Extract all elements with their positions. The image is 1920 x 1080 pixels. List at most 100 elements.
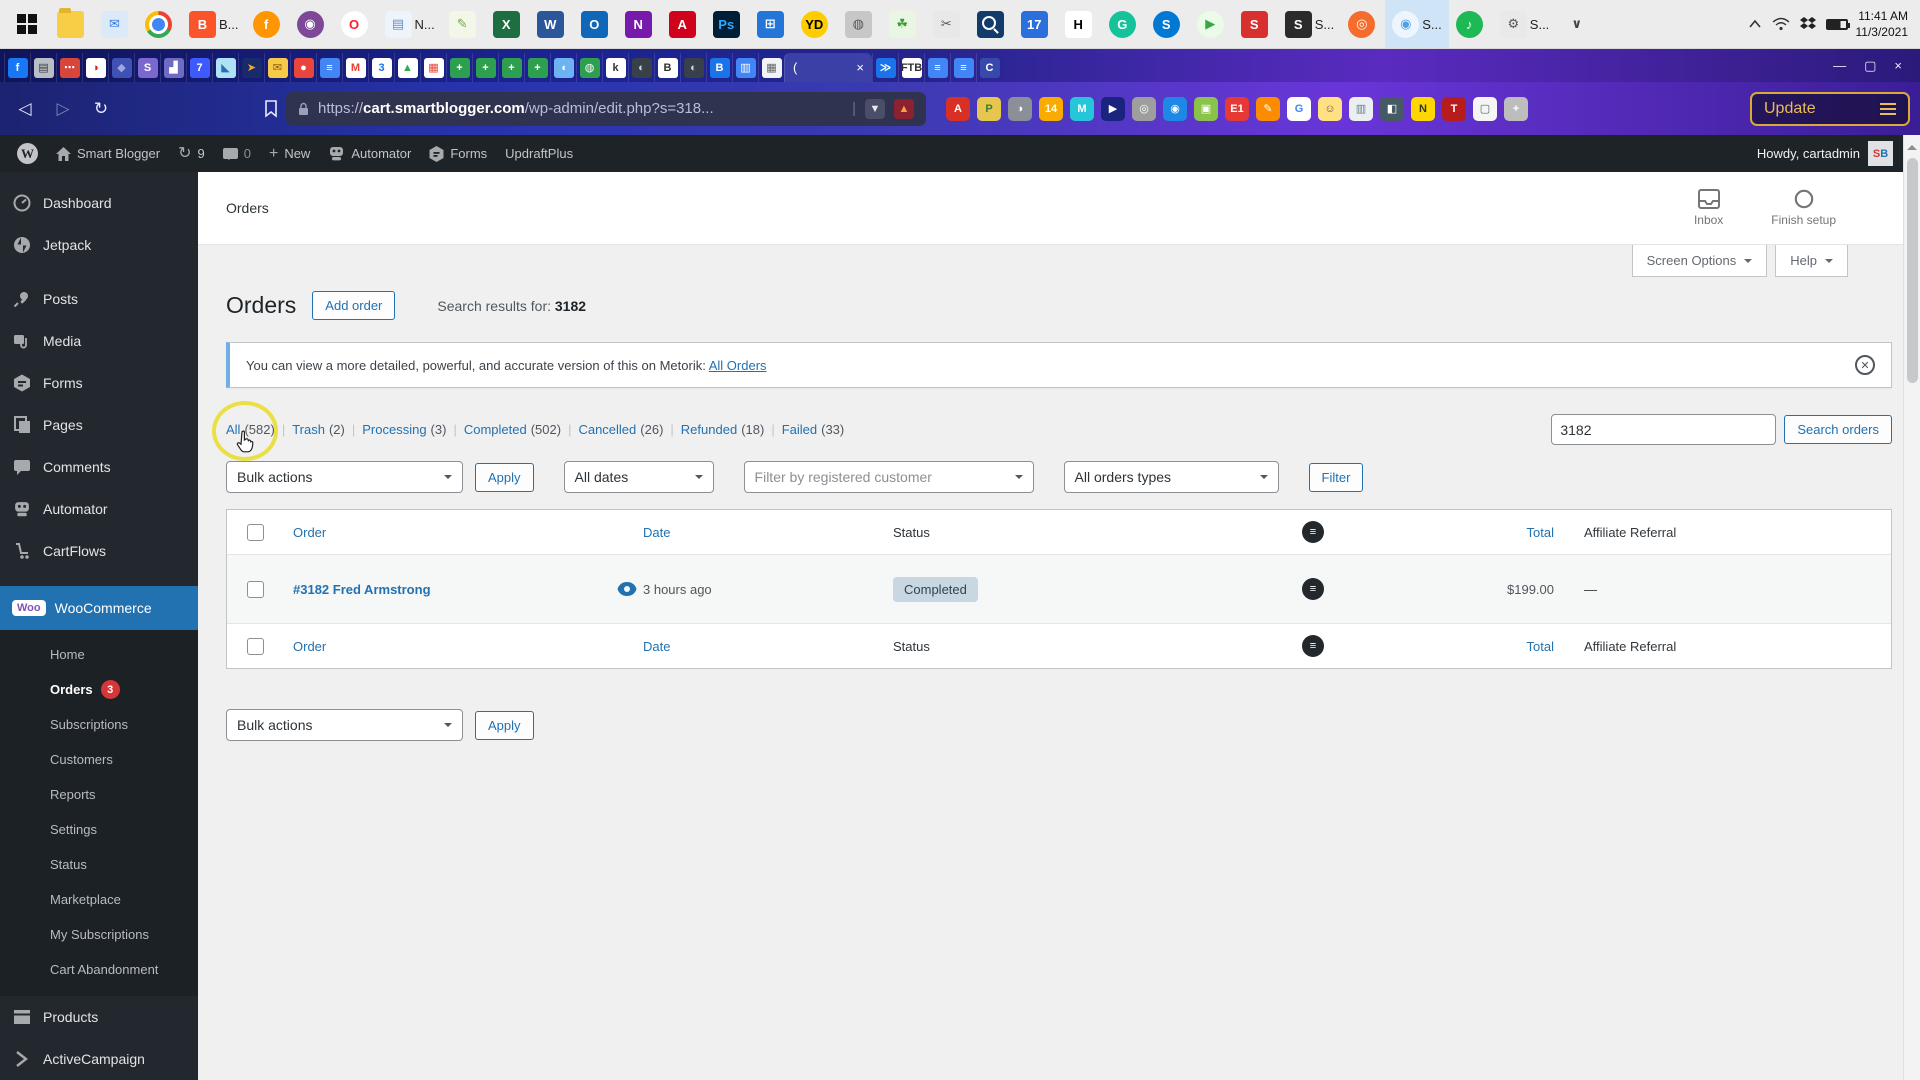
wp-logo-menu[interactable]: W: [8, 135, 47, 172]
submenu-item-status[interactable]: Status: [0, 847, 198, 882]
extension-icon[interactable]: 14: [1039, 96, 1063, 121]
site-name-menu[interactable]: Smart Blogger: [47, 135, 169, 172]
browser-tab[interactable]: ●: [290, 53, 316, 82]
view-filter-link[interactable]: Cancelled: [578, 422, 636, 437]
bookmark-icon[interactable]: [264, 99, 278, 118]
preview-icon[interactable]: [617, 582, 637, 596]
sidebar-item-posts[interactable]: Posts: [0, 278, 198, 320]
taskbar-app[interactable]: S: [1146, 0, 1190, 48]
browser-tab[interactable]: k: [602, 53, 628, 82]
view-filter-link[interactable]: Refunded: [681, 422, 737, 437]
scroll-up-arrow[interactable]: [1907, 140, 1917, 150]
taskbar-app[interactable]: ♪: [1449, 0, 1493, 48]
browser-tab[interactable]: ◣: [212, 53, 238, 82]
taskbar-app[interactable]: X: [486, 0, 530, 48]
order-types-select[interactable]: All orders types: [1063, 461, 1279, 493]
browser-tab[interactable]: 7: [186, 53, 212, 82]
extension-icon[interactable]: ▣: [1194, 96, 1218, 121]
browser-tab[interactable]: +: [498, 53, 524, 82]
maximize-button[interactable]: ▢: [1864, 58, 1876, 74]
browser-tab[interactable]: +: [524, 53, 550, 82]
bulk-actions-select-bottom[interactable]: Bulk actions: [226, 709, 463, 741]
taskbar-app[interactable]: ◎: [1341, 0, 1385, 48]
taskbar-app[interactable]: [50, 0, 94, 48]
taskbar-app[interactable]: S: [1234, 0, 1278, 48]
browser-tab[interactable]: 3: [368, 53, 394, 82]
close-button[interactable]: ×: [1894, 58, 1902, 73]
browser-tab[interactable]: f: [4, 53, 30, 82]
forms-menu[interactable]: Forms: [420, 135, 496, 172]
search-input[interactable]: [1551, 414, 1777, 445]
new-menu[interactable]: + New: [260, 135, 319, 172]
automator-menu[interactable]: Automator: [319, 135, 420, 172]
sidebar-item-pages[interactable]: Pages: [0, 404, 198, 446]
dates-select[interactable]: All dates: [563, 461, 714, 493]
taskbar-app[interactable]: ✉: [94, 0, 138, 48]
submenu-item-customers[interactable]: Customers: [0, 742, 198, 777]
extension-icon[interactable]: A: [946, 96, 970, 121]
taskbar-app[interactable]: ✂: [926, 0, 970, 48]
select-all-checkbox[interactable]: [246, 523, 264, 541]
taskbar-app[interactable]: A: [662, 0, 706, 48]
taskbar-app[interactable]: YD: [794, 0, 838, 48]
browser-tab[interactable]: ▥: [732, 53, 758, 82]
browser-tab[interactable]: ◐: [628, 53, 654, 82]
taskbar-app[interactable]: ▶: [1190, 0, 1234, 48]
taskbar-app[interactable]: S S...: [1278, 0, 1342, 48]
extension-icon[interactable]: ◉: [1163, 96, 1187, 121]
extension-icon[interactable]: ◧: [1380, 96, 1404, 121]
extension-icon[interactable]: T: [1442, 96, 1466, 121]
add-order-button[interactable]: Add order: [312, 291, 396, 320]
extension-icon[interactable]: ◎: [1132, 96, 1156, 121]
bulk-actions-select[interactable]: Bulk actions: [226, 461, 463, 493]
menu-icon[interactable]: [1880, 102, 1896, 115]
taskbar-app[interactable]: ✎: [442, 0, 486, 48]
browser-tab[interactable]: ▲: [394, 53, 420, 82]
taskbar-app[interactable]: ▤ N...: [378, 0, 442, 48]
browser-tab[interactable]: ≫: [872, 53, 898, 82]
sidebar-item-products[interactable]: Products: [0, 996, 198, 1038]
active-tab[interactable]: ( ×: [784, 53, 872, 82]
browser-tab[interactable]: B: [654, 53, 680, 82]
address-bar[interactable]: https://cart.smartblogger.com/wp-admin/e…: [286, 91, 926, 126]
submenu-item-settings[interactable]: Settings: [0, 812, 198, 847]
taskbar-app[interactable]: ◍: [838, 0, 882, 48]
taskbar-app[interactable]: ⊞: [750, 0, 794, 48]
browser-tab[interactable]: S: [134, 53, 160, 82]
col-date[interactable]: Date: [643, 639, 670, 654]
taskbar-clock[interactable]: 11:41 AM 11/3/2021: [1856, 8, 1917, 40]
submenu-item-reports[interactable]: Reports: [0, 777, 198, 812]
view-filter-link[interactable]: Trash: [292, 422, 325, 437]
browser-tab[interactable]: B: [706, 53, 732, 82]
wifi-icon[interactable]: [1772, 17, 1790, 31]
browser-tab[interactable]: ▟: [160, 53, 186, 82]
extension-icon[interactable]: ▥: [1349, 96, 1373, 121]
taskbar-app[interactable]: N: [618, 0, 662, 48]
taskbar-app[interactable]: ∨: [1556, 0, 1600, 48]
order-link[interactable]: #3182 Fred Armstrong: [293, 582, 431, 597]
browser-tab[interactable]: ◖: [550, 53, 576, 82]
order-notes-icon[interactable]: ≡: [1302, 578, 1324, 600]
browser-tab[interactable]: +: [472, 53, 498, 82]
sidebar-item-cartflows[interactable]: CartFlows: [0, 530, 198, 572]
browser-tab[interactable]: FTB: [898, 53, 924, 82]
select-all-checkbox[interactable]: [246, 637, 264, 655]
taskbar-app[interactable]: f: [246, 0, 290, 48]
browser-tab[interactable]: ▦: [420, 53, 446, 82]
minimize-button[interactable]: —: [1833, 58, 1846, 73]
account-menu[interactable]: Howdy, cartadmin SB: [1757, 141, 1893, 166]
taskbar-app[interactable]: 17: [1014, 0, 1058, 48]
col-total[interactable]: Total: [1527, 525, 1554, 540]
comments-menu[interactable]: 0: [214, 135, 260, 172]
col-order[interactable]: Order: [293, 639, 326, 654]
extension-icon[interactable]: +: [1504, 96, 1528, 121]
browser-tab[interactable]: ◑: [82, 53, 108, 82]
view-filter-link[interactable]: Processing: [362, 422, 426, 437]
forward-button[interactable]: ▷: [48, 99, 78, 119]
browser-tab[interactable]: ≡: [316, 53, 342, 82]
view-filter-link[interactable]: Completed: [464, 422, 527, 437]
extension-icon[interactable]: E1: [1225, 96, 1249, 121]
taskbar-app[interactable]: H: [1058, 0, 1102, 48]
page-scrollbar[interactable]: [1903, 135, 1920, 1080]
row-checkbox[interactable]: [246, 580, 264, 598]
